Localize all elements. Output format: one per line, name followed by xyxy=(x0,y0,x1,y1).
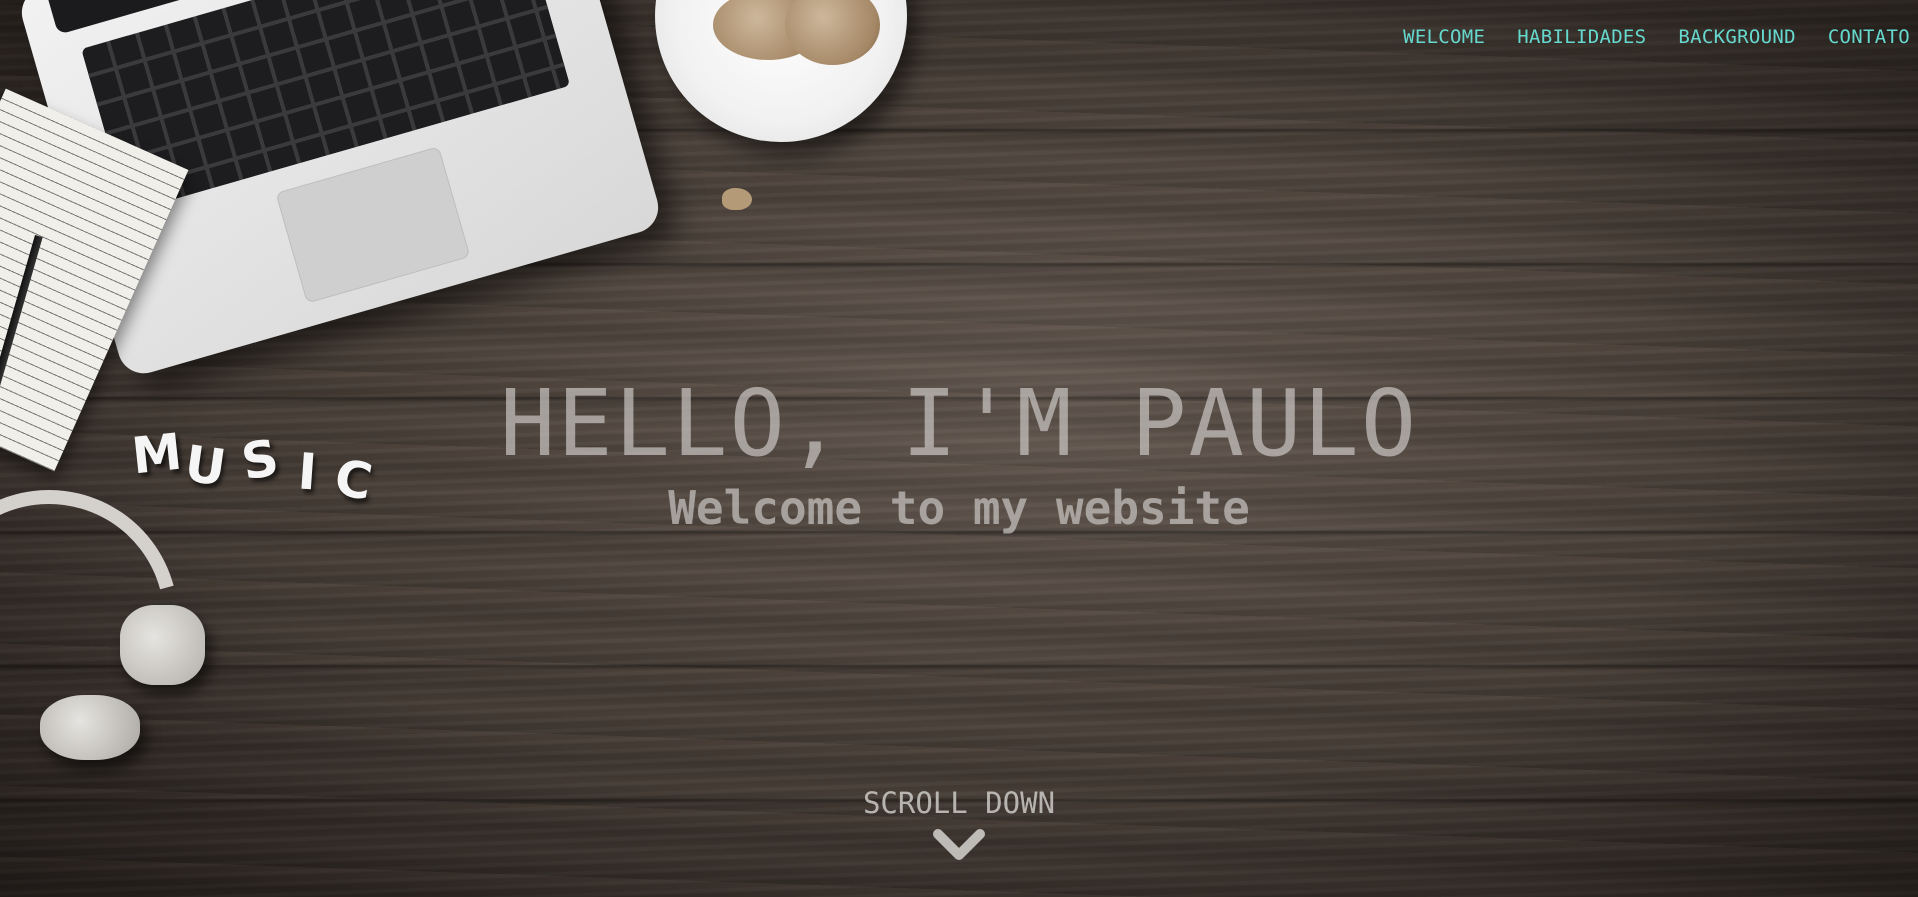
main-nav: WELCOME HABILIDADES BACKGROUND CONTATO xyxy=(1403,26,1910,48)
headphones-cup xyxy=(40,695,140,760)
scroll-down[interactable]: SCROLL DOWN xyxy=(0,786,1918,862)
nav-link-welcome[interactable]: WELCOME xyxy=(1403,26,1485,48)
nav-link-habilidades[interactable]: HABILIDADES xyxy=(1517,26,1646,48)
nav-link-contato[interactable]: CONTATO xyxy=(1828,26,1910,48)
scroll-down-label[interactable]: SCROLL DOWN xyxy=(0,786,1918,820)
nav-link-background[interactable]: BACKGROUND xyxy=(1678,26,1795,48)
cookie xyxy=(785,0,880,65)
laptop-trackpad xyxy=(275,146,471,304)
headphones-image xyxy=(0,442,226,796)
cookie-plate-image xyxy=(655,0,907,142)
hero-section: HELLO, I'M PAULO Welcome to my website xyxy=(0,370,1918,535)
cookie-crumb xyxy=(722,188,752,210)
hero-title: HELLO, I'M PAULO xyxy=(499,370,1419,477)
chevron-down-icon[interactable] xyxy=(933,828,985,862)
hero-subtitle: Welcome to my website xyxy=(668,481,1250,535)
headphones-cup xyxy=(120,605,205,685)
